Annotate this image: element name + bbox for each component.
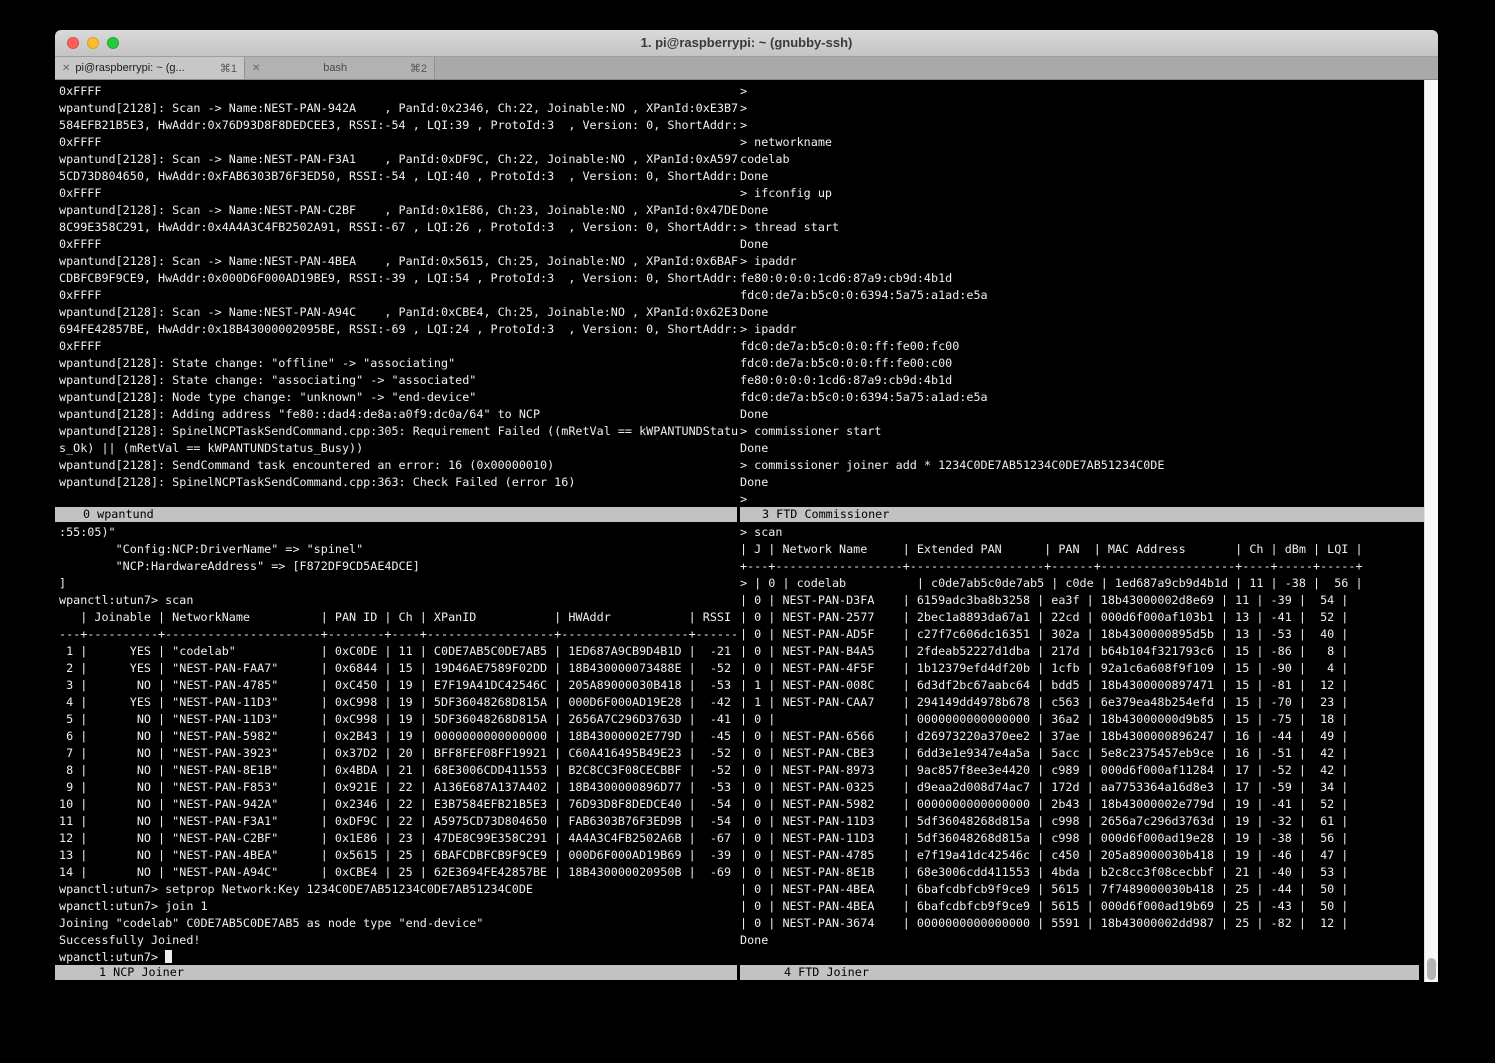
- pane-title-wpantund: 0 wpantund: [55, 507, 737, 522]
- close-window-button[interactable]: [67, 37, 79, 49]
- ncp-joiner-output: :55:05)" "Config:NCP:DriverName" => "spi…: [59, 522, 739, 949]
- tab-close-icon[interactable]: ✕: [252, 63, 260, 74]
- tab-shortcut: ⌘1: [220, 62, 237, 75]
- tab-bash[interactable]: ✕ bash ⌘2: [245, 57, 435, 79]
- wpanctl-prompt-line: wpanctl:utun7>: [59, 949, 739, 965]
- tab-label: pi@raspberrypi: ~ (g...: [75, 62, 214, 74]
- pane-ftd-joiner[interactable]: > scan | J | Network Name | Extended PAN…: [740, 522, 1424, 965]
- tab-close-icon[interactable]: ✕: [62, 63, 70, 74]
- terminal-cursor: [165, 950, 172, 963]
- tab-ssh-session[interactable]: ✕ pi@raspberrypi: ~ (g... ⌘1: [55, 57, 245, 79]
- minimize-window-button[interactable]: [87, 37, 99, 49]
- pane-title-ftd-commissioner: 3 FTD Commissioner: [740, 507, 1424, 522]
- pane-ncp-joiner[interactable]: :55:05)" "Config:NCP:DriverName" => "spi…: [59, 522, 739, 965]
- ftd-commissioner-output: > > > > networkname codelab Done > ifcon…: [740, 80, 1424, 507]
- scrollbar-thumb[interactable]: [1427, 958, 1436, 980]
- pane-wpantund[interactable]: 0xFFFF wpantund[2128]: Scan -> Name:NEST…: [59, 80, 739, 507]
- wpantund-log-output: 0xFFFF wpantund[2128]: Scan -> Name:NEST…: [59, 80, 739, 491]
- pane-title-ftd-joiner: 4 FTD Joiner: [740, 965, 1419, 980]
- terminal-content: 0xFFFF wpantund[2128]: Scan -> Name:NEST…: [55, 80, 1438, 985]
- zoom-window-button[interactable]: [107, 37, 119, 49]
- pane-title-ncp-joiner: 1 NCP Joiner: [55, 965, 737, 980]
- window-titlebar[interactable]: 1. pi@raspberrypi: ~ (gnubby-ssh): [55, 30, 1438, 57]
- pane-ftd-commissioner[interactable]: > > > > networkname codelab Done > ifcon…: [740, 80, 1424, 507]
- terminal-window: 1. pi@raspberrypi: ~ (gnubby-ssh) ✕ pi@r…: [55, 30, 1438, 985]
- wpanctl-prompt: wpanctl:utun7>: [59, 950, 158, 964]
- traffic-lights: [67, 37, 119, 49]
- tab-bar: ✕ pi@raspberrypi: ~ (g... ⌘1 ✕ bash ⌘2: [55, 57, 1438, 80]
- tab-label: bash: [265, 62, 404, 74]
- window-title: 1. pi@raspberrypi: ~ (gnubby-ssh): [55, 30, 1438, 56]
- tab-shortcut: ⌘2: [410, 62, 427, 75]
- scrollbar[interactable]: [1424, 80, 1438, 982]
- ftd-joiner-output: > scan | J | Network Name | Extended PAN…: [740, 522, 1424, 949]
